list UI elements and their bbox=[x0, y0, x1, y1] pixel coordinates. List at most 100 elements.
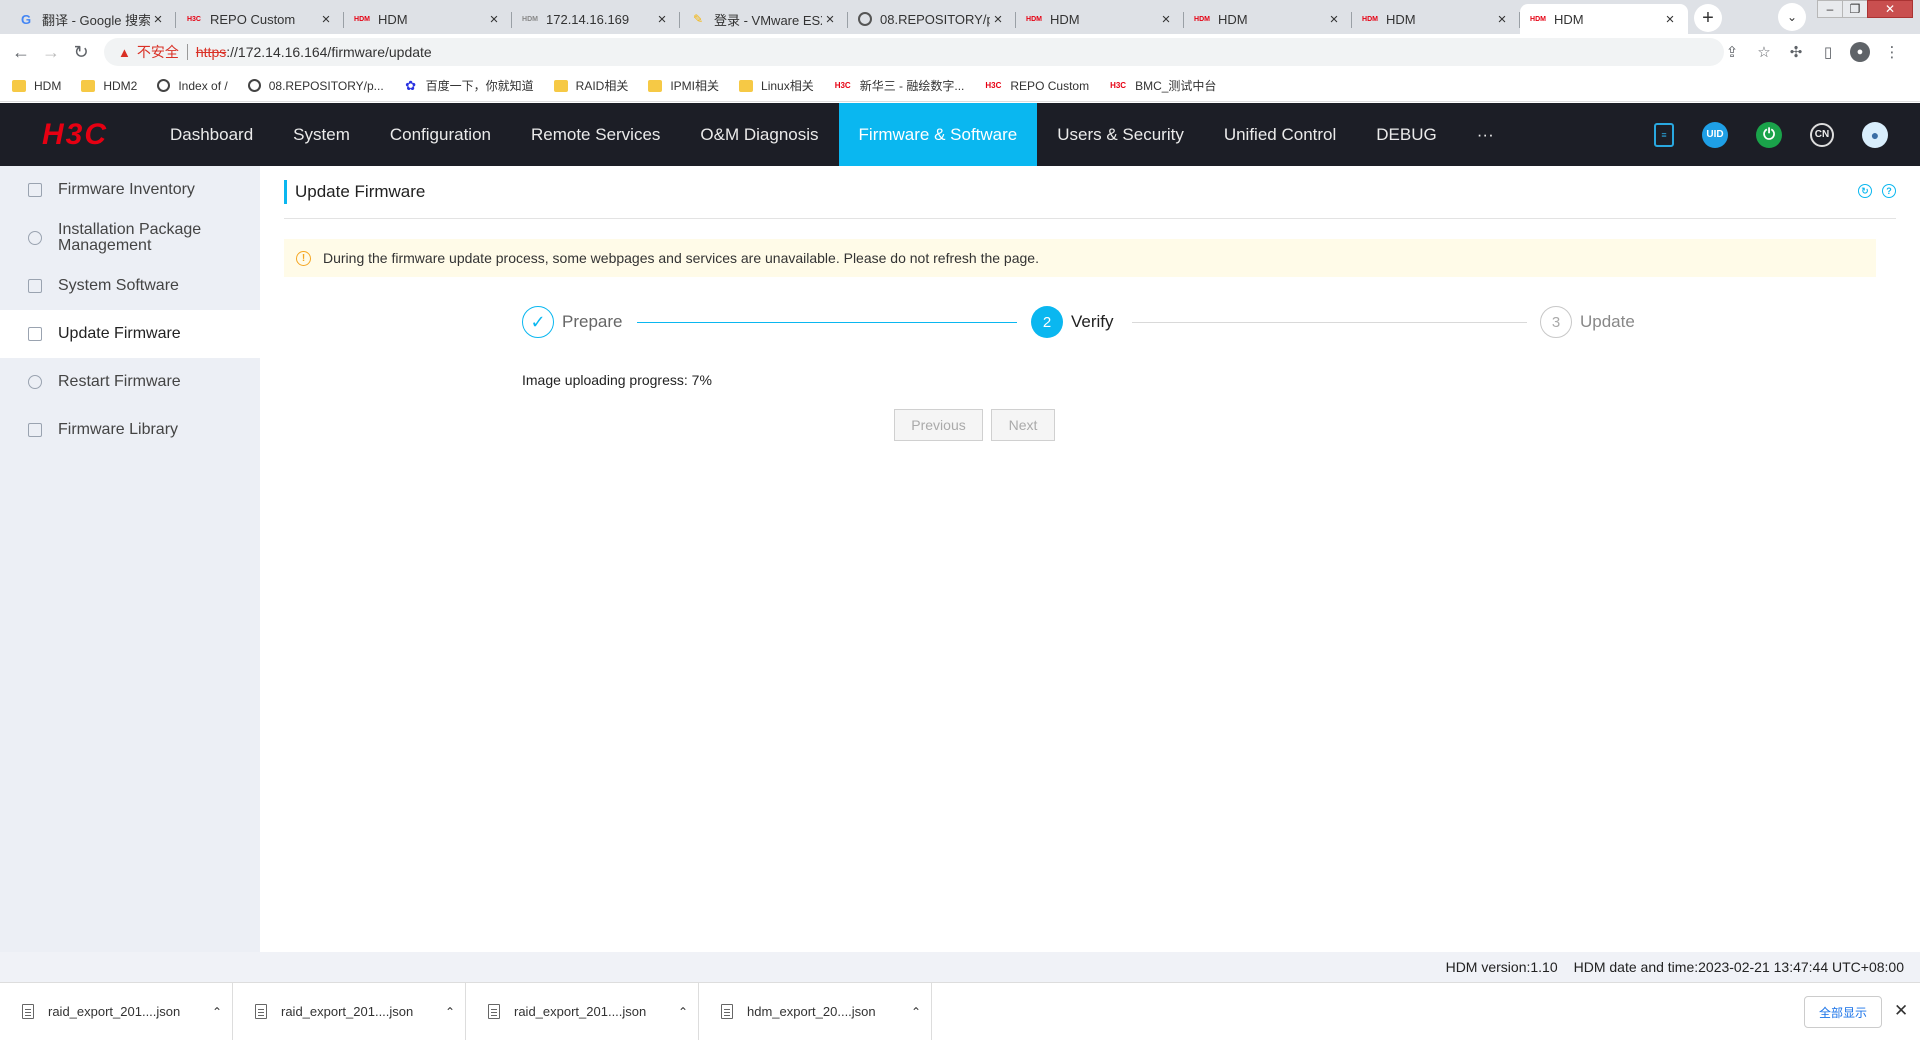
help-icon[interactable]: ? bbox=[1882, 184, 1896, 198]
power-icon[interactable]: ⏻ bbox=[1756, 121, 1782, 148]
bookmark-label: REPO Custom bbox=[1010, 78, 1090, 93]
browser-tab[interactable]: 08.REPOSITORY/p × bbox=[848, 4, 1016, 34]
sidebar-item-installation-package[interactable]: Installation Package Management bbox=[0, 214, 260, 262]
bookmark-item[interactable]: IPMI相关 bbox=[648, 77, 719, 94]
hdm-version: HDM version:1.10 bbox=[1445, 959, 1558, 975]
bookmark-label: 百度一下，你就知道 bbox=[425, 79, 534, 93]
bookmark-item[interactable]: H3C BMC_测试中台 bbox=[1109, 77, 1216, 94]
folder-icon bbox=[648, 79, 663, 92]
bookmark-item[interactable]: HDM bbox=[12, 79, 61, 93]
address-bar[interactable]: ▲ 不安全 https://172.14.16.164/firmware/upd… bbox=[104, 38, 1724, 66]
close-tab-icon[interactable]: × bbox=[1326, 11, 1342, 28]
browser-menu-icon[interactable]: ⋮ bbox=[1876, 43, 1908, 61]
download-item[interactable]: raid_export_201....json ⌃ bbox=[233, 982, 466, 1040]
close-tab-icon[interactable]: × bbox=[990, 11, 1006, 28]
language-icon[interactable]: CN bbox=[1810, 122, 1834, 147]
nav-system[interactable]: System bbox=[273, 103, 370, 166]
back-arrow-icon[interactable]: ← bbox=[6, 42, 36, 63]
profile-avatar-icon[interactable]: ● bbox=[1850, 42, 1870, 62]
close-tab-icon[interactable]: × bbox=[1494, 11, 1510, 28]
reload-icon[interactable]: ↻ bbox=[66, 42, 96, 63]
bookmark-item[interactable]: Index of / bbox=[157, 79, 228, 93]
library-box-icon bbox=[28, 423, 42, 437]
forward-arrow-icon[interactable]: → bbox=[36, 42, 66, 63]
nav-configuration[interactable]: Configuration bbox=[370, 103, 511, 166]
download-item[interactable]: raid_export_201....json ⌃ bbox=[0, 982, 233, 1040]
share-icon[interactable]: ⇪ bbox=[1716, 43, 1748, 61]
chevron-up-icon[interactable]: ⌃ bbox=[435, 1005, 465, 1019]
user-avatar-icon[interactable]: ● bbox=[1862, 121, 1888, 148]
close-tab-icon[interactable]: × bbox=[1662, 11, 1678, 28]
bookmark-item[interactable]: Linux相关 bbox=[739, 77, 814, 94]
chevron-up-icon[interactable]: ⌃ bbox=[668, 1005, 698, 1019]
refresh-icon[interactable]: ↻ bbox=[1858, 184, 1872, 198]
browser-tab[interactable]: ✎ 登录 - VMware ESXi × bbox=[680, 4, 848, 34]
hdm-icon: HDM bbox=[354, 15, 370, 23]
browser-tab-active[interactable]: HDM HDM × bbox=[1520, 4, 1688, 34]
download-item[interactable]: hdm_export_20....json ⌃ bbox=[699, 982, 932, 1040]
nav-om-diagnosis[interactable]: O&M Diagnosis bbox=[680, 103, 838, 166]
close-tab-icon[interactable]: × bbox=[318, 11, 334, 28]
nav-users-security[interactable]: Users & Security bbox=[1037, 103, 1204, 166]
close-tab-icon[interactable]: × bbox=[486, 11, 502, 28]
uid-icon[interactable]: UID bbox=[1702, 121, 1728, 148]
download-item[interactable]: raid_export_201....json ⌃ bbox=[466, 982, 699, 1040]
bookmark-item[interactable]: RAID相关 bbox=[553, 77, 629, 94]
bookmark-item[interactable]: H3C 新华三 - 融绘数字... bbox=[834, 77, 965, 94]
nav-unified-control[interactable]: Unified Control bbox=[1204, 103, 1356, 166]
tab-search-chevron-icon[interactable]: ⌄ bbox=[1778, 3, 1806, 31]
new-tab-button[interactable]: + bbox=[1694, 4, 1722, 32]
sidebar-item-update-firmware[interactable]: Update Firmware bbox=[0, 310, 260, 358]
bookmark-item[interactable]: H3C REPO Custom bbox=[984, 79, 1089, 93]
h3c-logo[interactable]: H3C bbox=[0, 103, 150, 166]
info-warning-icon: ! bbox=[296, 250, 311, 266]
app-header: H3C Dashboard System Configuration Remot… bbox=[0, 103, 1920, 166]
show-all-downloads-button[interactable]: 全部显示 bbox=[1804, 996, 1882, 1028]
previous-button[interactable]: Previous bbox=[894, 409, 983, 441]
close-tab-icon[interactable]: × bbox=[150, 11, 166, 28]
browser-tab[interactable]: HDM HDM × bbox=[1352, 4, 1520, 34]
task-clipboard-icon[interactable]: ≡ bbox=[1654, 122, 1674, 147]
chevron-up-icon[interactable]: ⌃ bbox=[901, 1005, 931, 1019]
globe-icon bbox=[247, 79, 261, 92]
sidebar-item-firmware-inventory[interactable]: Firmware Inventory bbox=[0, 166, 260, 214]
nav-debug[interactable]: DEBUG bbox=[1356, 103, 1456, 166]
restore-icon[interactable]: ❐ bbox=[1842, 0, 1868, 18]
bookmark-item[interactable]: HDM2 bbox=[81, 79, 137, 93]
browser-tab[interactable]: G 翻译 - Google 搜索 × bbox=[8, 4, 176, 34]
bookmark-label: BMC_测试中台 bbox=[1135, 79, 1217, 93]
browser-tab[interactable]: H3C REPO Custom × bbox=[176, 4, 344, 34]
file-icon bbox=[488, 1004, 500, 1019]
folder-icon bbox=[553, 79, 568, 92]
sidebar-item-label: Update Firmware bbox=[58, 325, 181, 342]
chevron-up-icon[interactable]: ⌃ bbox=[202, 1005, 232, 1019]
minimize-icon[interactable]: – bbox=[1817, 0, 1843, 18]
side-panel-icon[interactable]: ▯ bbox=[1812, 43, 1844, 61]
extensions-puzzle-icon[interactable]: ✣ bbox=[1780, 43, 1812, 61]
browser-tab[interactable]: HDM 172.14.16.169 × bbox=[512, 4, 680, 34]
nav-remote-services[interactable]: Remote Services bbox=[511, 103, 680, 166]
bookmark-item[interactable]: ✿ 百度一下，你就知道 bbox=[404, 77, 534, 94]
sidebar-item-system-software[interactable]: System Software bbox=[0, 262, 260, 310]
nav-dashboard[interactable]: Dashboard bbox=[150, 103, 273, 166]
close-tab-icon[interactable]: × bbox=[654, 11, 670, 28]
download-filename: raid_export_201....json bbox=[281, 1004, 414, 1019]
window-close-icon[interactable]: ✕ bbox=[1867, 0, 1913, 18]
sidebar-item-restart-firmware[interactable]: Restart Firmware bbox=[0, 358, 260, 406]
bookmark-item[interactable]: 08.REPOSITORY/p... bbox=[247, 79, 384, 93]
bookmark-star-icon[interactable]: ☆ bbox=[1748, 43, 1780, 61]
tab-title: HDM bbox=[1218, 11, 1248, 27]
close-downloads-icon[interactable]: ✕ bbox=[1894, 1001, 1908, 1021]
browser-tab[interactable]: HDM HDM × bbox=[344, 4, 512, 34]
nav-firmware-software[interactable]: Firmware & Software bbox=[838, 103, 1038, 166]
close-tab-icon[interactable]: × bbox=[822, 11, 838, 28]
page-title: Update Firmware bbox=[284, 180, 425, 204]
close-tab-icon[interactable]: × bbox=[1158, 11, 1174, 28]
browser-tab[interactable]: HDM HDM × bbox=[1016, 4, 1184, 34]
sidebar-item-firmware-library[interactable]: Firmware Library bbox=[0, 406, 260, 454]
bookmark-label: RAID相关 bbox=[575, 79, 629, 93]
browser-tab[interactable]: HDM HDM × bbox=[1184, 4, 1352, 34]
sidebar-item-label: Restart Firmware bbox=[58, 373, 181, 390]
next-button[interactable]: Next bbox=[991, 409, 1055, 441]
nav-more[interactable]: ··· bbox=[1457, 103, 1514, 166]
